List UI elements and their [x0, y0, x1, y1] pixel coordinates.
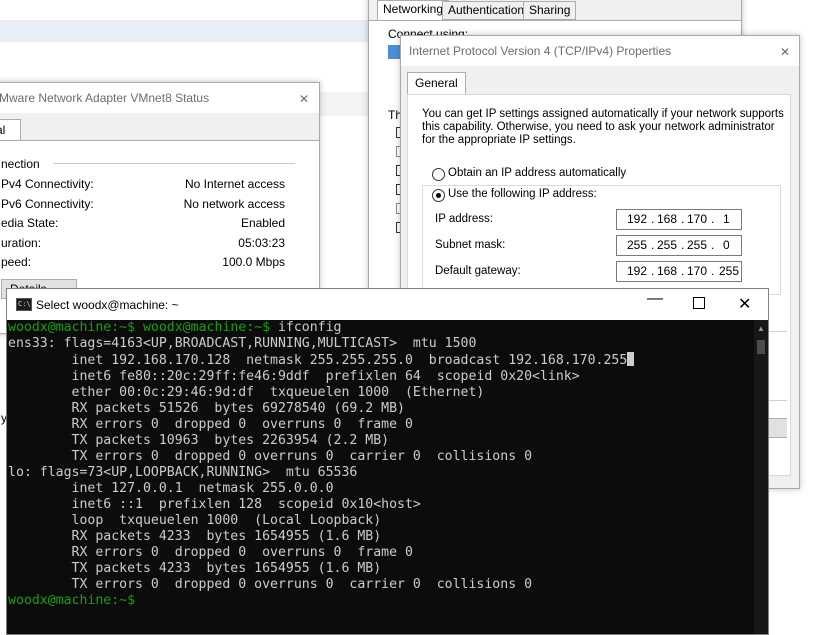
default-gateway-label: Default gateway:	[435, 265, 521, 277]
dialog-title: Internet Protocol Version 4 (TCP/IPv4) P…	[409, 44, 672, 58]
terminal-window: C:\ Select woodx@machine: ~ — ✕ woodx@ma…	[6, 288, 769, 635]
status-row: peed: 100.0 Mbps	[1, 255, 285, 269]
output-line: RX packets 4233 bytes 1654955 (1.6 MB)	[8, 529, 382, 544]
tab-general[interactable]: al	[0, 119, 21, 140]
title-bar: Mware Network Adapter VMnet8 Status ✕	[0, 83, 319, 113]
ip-address-label: IP address:	[435, 213, 493, 225]
ip-address-field[interactable]: 192. 168. 170. 1	[616, 209, 742, 230]
tab-authentication[interactable]: Authentication	[442, 1, 531, 20]
scrollbar-thumb[interactable]	[757, 340, 765, 354]
option-manual-label[interactable]: Use the following IP address:	[448, 188, 599, 200]
output-line: TX errors 0 dropped 0 overruns 0 carrier…	[8, 449, 533, 464]
close-icon[interactable]: ✕	[299, 91, 309, 107]
command-line: woodx@machine:~$ woodx@machine:~$ ifconf…	[8, 320, 342, 335]
terminal-output[interactable]: woodx@machine:~$ woodx@machine:~$ ifconf…	[8, 320, 754, 634]
terminal-title-bar: C:\ Select woodx@machine: ~ — ✕	[7, 289, 768, 320]
tab-sharing[interactable]: Sharing	[523, 1, 577, 20]
maximize-icon[interactable]	[693, 297, 705, 309]
option-auto-label[interactable]: Obtain an IP address automatically	[448, 167, 626, 179]
terminal-scrollbar[interactable]: ▲	[754, 320, 768, 634]
window-title: Mware Network Adapter VMnet8 Status	[0, 91, 210, 105]
output-line: loop txqueuelen 1000 (Local Loopback)	[8, 513, 382, 528]
output-line: RX errors 0 dropped 0 overruns 0 frame 0	[8, 417, 413, 432]
status-row: edia State: Enabled	[1, 216, 285, 230]
output-line: TX packets 4233 bytes 1654955 (1.6 MB)	[8, 561, 382, 576]
divider	[53, 163, 295, 164]
default-gateway-field[interactable]: 192. 168. 170. 255	[616, 261, 742, 282]
title-bar: Internet Protocol Version 4 (TCP/IPv4) P…	[401, 36, 799, 66]
close-icon[interactable]: ✕	[780, 44, 790, 60]
connection-section-label: nection	[1, 157, 40, 171]
tab-general[interactable]: General	[407, 72, 466, 94]
subnet-mask-field[interactable]: 255. 255. 255. 0	[616, 235, 742, 256]
prompt-line: woodx@machine:~$	[8, 593, 136, 608]
adapter-icon	[388, 45, 400, 59]
output-line: inet6 fe80::20c:29ff:fe46:9ddf prefixlen…	[8, 369, 580, 384]
terminal-title: Select woodx@machine: ~	[36, 298, 179, 312]
output-line: RX errors 0 dropped 0 overruns 0 frame 0	[8, 545, 413, 560]
output-line: inet6 ::1 prefixlen 128 scopeid 0x10<hos…	[8, 497, 421, 512]
text-cursor	[627, 352, 635, 366]
description: You can get IP settings assigned automat…	[422, 108, 784, 146]
output-line: ether 00:0c:29:46:9d:df txqueuelen 1000 …	[8, 385, 485, 400]
output-line: TX errors 0 dropped 0 overruns 0 carrier…	[8, 577, 533, 592]
output-line: inet 127.0.0.1 netmask 255.0.0.0	[8, 481, 334, 496]
output-line: ens33: flags=4163<UP,BROADCAST,RUNNING,M…	[8, 336, 477, 351]
output-line: TX packets 10963 bytes 2263954 (2.2 MB)	[8, 433, 390, 448]
output-line: inet 192.168.170.128 netmask 255.255.255…	[8, 352, 754, 369]
status-row: Pv4 Connectivity: No Internet access	[1, 177, 285, 191]
status-row: uration: 05:03:23	[1, 236, 285, 250]
terminal-app-icon: C:\	[16, 298, 32, 311]
subnet-mask-label: Subnet mask:	[435, 239, 506, 251]
minimize-icon[interactable]: —	[647, 290, 663, 308]
radio-obtain-auto[interactable]	[432, 168, 445, 181]
radio-use-following[interactable]	[432, 189, 445, 202]
output-line: lo: flags=73<UP,LOOPBACK,RUNNING> mtu 65…	[8, 465, 358, 480]
background-app-bar	[0, 20, 380, 42]
status-row: Pv6 Connectivity: No network access	[1, 197, 285, 211]
tab-networking[interactable]: Networking	[377, 0, 450, 21]
output-line: RX packets 51526 bytes 69278540 (69.2 MB…	[8, 401, 405, 416]
close-icon[interactable]: ✕	[738, 294, 751, 314]
scroll-up-icon[interactable]: ▲	[757, 324, 765, 333]
